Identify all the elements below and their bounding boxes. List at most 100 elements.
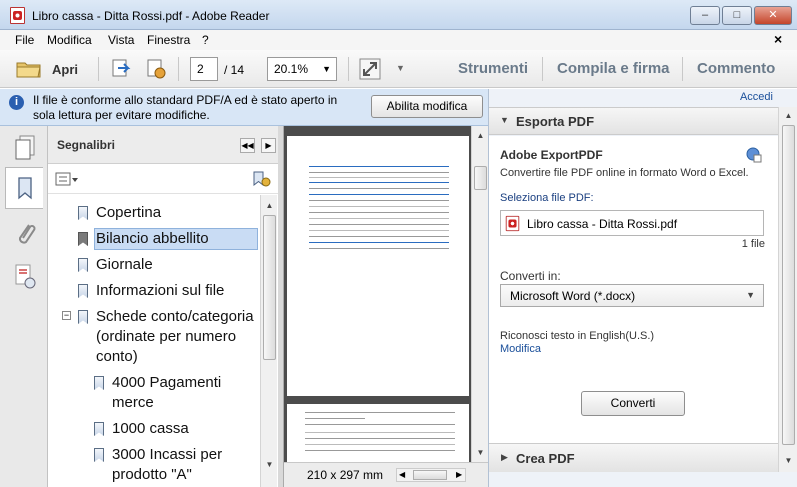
create-pdf-button[interactable] <box>145 58 167 80</box>
options-menu-button[interactable] <box>55 171 79 187</box>
scroll-thumb[interactable] <box>782 125 795 445</box>
bookmark-icon <box>18 177 32 200</box>
open-button[interactable] <box>16 59 42 79</box>
create-pdf-title: Crea PDF <box>516 451 575 466</box>
list-options-icon <box>55 172 78 186</box>
bookmark-icon <box>78 258 88 272</box>
collapse-left-icon[interactable]: ◀◀ <box>240 138 255 153</box>
page-number-input[interactable]: 2 <box>190 57 218 81</box>
service-description: Convertire file PDF online in formato Wo… <box>500 167 749 179</box>
scroll-thumb[interactable] <box>263 215 276 360</box>
scroll-thumb[interactable] <box>474 166 487 190</box>
bookmarks-toolbar <box>48 164 278 194</box>
tab-compila-e-firma[interactable]: Compila e firma <box>557 60 670 77</box>
bookmarks-header: Segnalibri ◀◀ ▶ <box>48 126 278 164</box>
toolbar: Apri 2 / 14 20.1% ▼ ▼ Strumenti Compila … <box>0 50 797 88</box>
close-window-button[interactable]: ✕ <box>754 6 792 25</box>
close-document-icon[interactable]: × <box>774 31 782 47</box>
menu-bar: File Modifica Vista Finestra ? × <box>0 30 797 50</box>
tab-strumenti[interactable]: Strumenti <box>458 60 528 77</box>
new-bookmark-button[interactable] <box>251 170 271 188</box>
title-bar: Libro cassa - Ditta Rossi.pdf - Adobe Re… <box>0 0 797 30</box>
enable-editing-button[interactable]: Abilita modifica <box>371 95 483 118</box>
bookmark-label-line-2: merce <box>112 394 154 411</box>
page-thumbnail[interactable] <box>287 136 469 396</box>
expand-right-icon[interactable]: ▶ <box>261 138 276 153</box>
scroll-down-icon[interactable]: ▼ <box>473 445 488 460</box>
bookmark-label: Copertina <box>96 204 162 221</box>
scroll-thumb[interactable] <box>413 470 447 480</box>
notice-line-1: Il file è conforme allo standard PDF/A e… <box>33 93 338 107</box>
select-file-label: Seleziona file PDF: <box>500 192 594 204</box>
info-icon: i <box>9 95 24 110</box>
signatures-button[interactable] <box>14 264 38 290</box>
save-to-cloud-button[interactable] <box>110 58 132 80</box>
page-thumbnail-next[interactable] <box>287 404 469 462</box>
minimize-button[interactable]: – <box>690 6 720 25</box>
bookmarks-button[interactable] <box>5 167 43 209</box>
scroll-down-icon[interactable]: ▼ <box>262 457 277 472</box>
scroll-up-icon[interactable]: ▲ <box>473 128 488 143</box>
pdf-file-icon <box>505 215 520 232</box>
right-panel-scrollbar[interactable]: ▲ ▼ <box>778 107 797 472</box>
navigation-pane-strip <box>0 126 48 487</box>
export-pdf-header[interactable]: ▼ Esporta PDF <box>489 107 778 135</box>
menu-help[interactable]: ? <box>202 33 209 47</box>
format-select[interactable]: Microsoft Word (*.docx) ▼ <box>500 284 764 307</box>
create-pdf-header[interactable]: ▶ Crea PDF <box>489 443 778 472</box>
convert-button[interactable]: Converti <box>581 391 685 416</box>
bookmark-icon <box>78 284 88 298</box>
ocr-modify-link[interactable]: Modifica <box>500 343 541 355</box>
bookmark-icon <box>94 422 104 436</box>
ocr-language-text: Riconosci testo in English(U.S.) <box>500 330 655 342</box>
bookmark-icon <box>94 376 104 390</box>
menu-modifica[interactable]: Modifica <box>47 33 92 47</box>
document-arrow-icon <box>112 59 131 77</box>
scroll-right-icon[interactable]: ▶ <box>456 470 462 479</box>
document-vertical-scrollbar[interactable]: ▲ ▼ <box>471 126 488 462</box>
zoom-select[interactable]: 20.1% ▼ <box>267 57 337 81</box>
attachments-button[interactable] <box>14 220 36 248</box>
bookmark-label: Informazioni sul file <box>96 282 225 299</box>
file-count: 1 file <box>741 238 765 250</box>
pane-splitter[interactable] <box>278 126 284 487</box>
bookmark-icon <box>78 232 88 246</box>
horizontal-scrollbar[interactable]: ◀ ▶ <box>396 468 466 482</box>
help-globe-icon[interactable] <box>746 147 762 163</box>
chevron-down-icon: ▼ <box>322 64 331 74</box>
fullscreen-button[interactable] <box>359 58 381 80</box>
menu-file[interactable]: File <box>15 33 34 47</box>
collapse-node-icon[interactable]: − <box>62 311 71 320</box>
open-label[interactable]: Apri <box>52 62 78 77</box>
window-title: Libro cassa - Ditta Rossi.pdf - Adobe Re… <box>32 9 270 23</box>
bookmark-label: Giornale <box>96 256 153 273</box>
bookmarks-panel: Segnalibri ◀◀ ▶ Copertina Bilancio abbel… <box>48 126 278 487</box>
maximize-button[interactable]: □ <box>722 6 752 25</box>
menu-finestra[interactable]: Finestra <box>147 33 190 47</box>
bookmark-label: Bilancio abbellito <box>96 230 209 247</box>
selected-file-box[interactable]: Libro cassa - Ditta Rossi.pdf <box>500 210 764 236</box>
right-task-pane: Accedi ▼ Esporta PDF Adobe ExportPDF Con… <box>488 89 797 487</box>
bookmark-icon <box>78 310 88 324</box>
bookmarks-scrollbar[interactable]: ▲ ▼ <box>260 195 277 487</box>
sign-in-link[interactable]: Accedi <box>740 91 773 103</box>
page-thumbnails-button[interactable] <box>14 135 36 161</box>
bookmarks-title: Segnalibri <box>57 138 116 152</box>
scroll-down-icon[interactable]: ▼ <box>781 453 796 468</box>
scroll-up-icon[interactable]: ▲ <box>781 108 796 123</box>
scroll-up-icon[interactable]: ▲ <box>262 198 277 213</box>
bookmark-label: 4000 Pagamenti <box>112 374 222 391</box>
page-total: / 14 <box>224 63 245 77</box>
document-signature-icon <box>15 264 36 289</box>
menu-vista[interactable]: Vista <box>108 33 134 47</box>
page-size-label: 210 x 297 mm <box>307 468 384 482</box>
scroll-left-icon[interactable]: ◀ <box>399 470 405 479</box>
selected-file-name: Libro cassa - Ditta Rossi.pdf <box>527 217 678 231</box>
bookmark-label: 3000 Incassi per <box>112 446 223 463</box>
expand-icon <box>359 58 381 80</box>
bookmark-label: 1000 cassa <box>112 420 189 437</box>
tab-commento[interactable]: Commento <box>697 60 775 77</box>
expand-triangle-icon: ▶ <box>501 452 508 462</box>
toolbar-more-icon[interactable]: ▼ <box>396 63 405 73</box>
paperclip-icon <box>18 224 36 244</box>
